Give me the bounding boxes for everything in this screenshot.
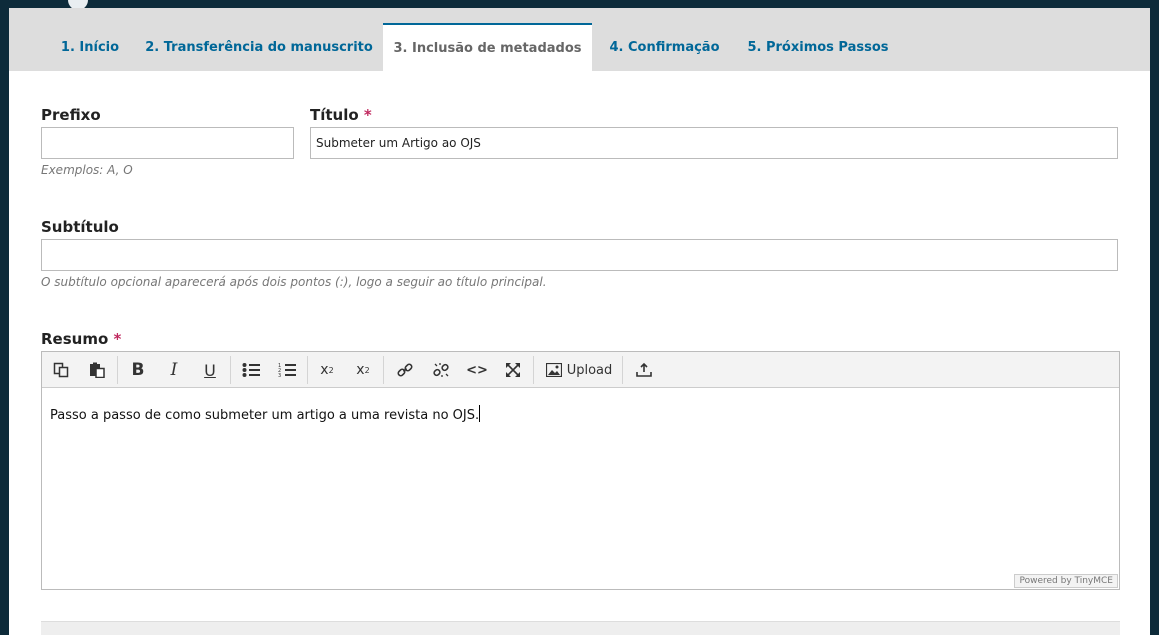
subscript-icon[interactable]: x2 [349, 356, 377, 384]
tab-confirmacao[interactable]: 4. Confirmação [592, 23, 737, 71]
tab-proximos-passos[interactable]: 5. Próximos Passos [737, 23, 899, 71]
image-icon [545, 363, 562, 377]
text-cursor [479, 405, 481, 422]
tab-transferencia[interactable]: 2. Transferência do manuscrito [135, 23, 383, 71]
next-section-bar [41, 621, 1120, 635]
svg-text:3: 3 [278, 373, 281, 378]
prefix-label: Prefixo [41, 106, 101, 124]
title-input[interactable] [310, 127, 1118, 159]
bullet-list-icon[interactable] [237, 356, 265, 384]
header-strip [0, 0, 1159, 10]
link-icon[interactable] [391, 356, 419, 384]
subtitle-help: O subtítulo opcional aparecerá após dois… [41, 275, 547, 289]
unlink-icon[interactable] [427, 356, 455, 384]
title-label: Título * [310, 106, 372, 124]
required-mark: * [113, 330, 122, 348]
tab-metadados[interactable]: 3. Inclusão de metadados [383, 23, 592, 71]
abstract-editor: B I U 123 x2 x2 <> Upload Passo a passo … [41, 351, 1120, 590]
fullscreen-icon[interactable] [499, 356, 527, 384]
tab-inicio[interactable]: 1. Início [45, 23, 135, 71]
wizard-tabs: 1. Início 2. Transferência do manuscrito… [9, 20, 1150, 71]
code-icon[interactable]: <> [463, 356, 491, 384]
editor-toolbar: B I U 123 x2 x2 <> Upload [42, 352, 1119, 388]
numbered-list-icon[interactable]: 123 [273, 356, 301, 384]
subtitle-label: Subtítulo [41, 218, 119, 236]
superscript-icon[interactable]: x2 [313, 356, 341, 384]
prefix-help: Exemplos: A, O [41, 163, 133, 177]
required-mark: * [363, 106, 372, 124]
paste-icon[interactable] [83, 356, 111, 384]
italic-icon[interactable]: I [160, 356, 188, 384]
powered-by-tinymce[interactable]: Powered by TinyMCE [1014, 574, 1118, 588]
abstract-label: Resumo * [41, 330, 122, 348]
submission-panel: 1. Início 2. Transferência do manuscrito… [9, 8, 1150, 635]
subtitle-input[interactable] [41, 239, 1118, 271]
upload-image-button[interactable]: Upload [541, 356, 617, 384]
prefix-input[interactable] [41, 127, 294, 159]
editor-content[interactable]: Passo a passo de como submeter um artigo… [42, 389, 1119, 589]
bold-icon[interactable]: B [124, 356, 152, 384]
download-icon[interactable] [630, 356, 658, 384]
underline-icon[interactable]: U [196, 356, 224, 384]
copy-icon[interactable] [47, 356, 75, 384]
